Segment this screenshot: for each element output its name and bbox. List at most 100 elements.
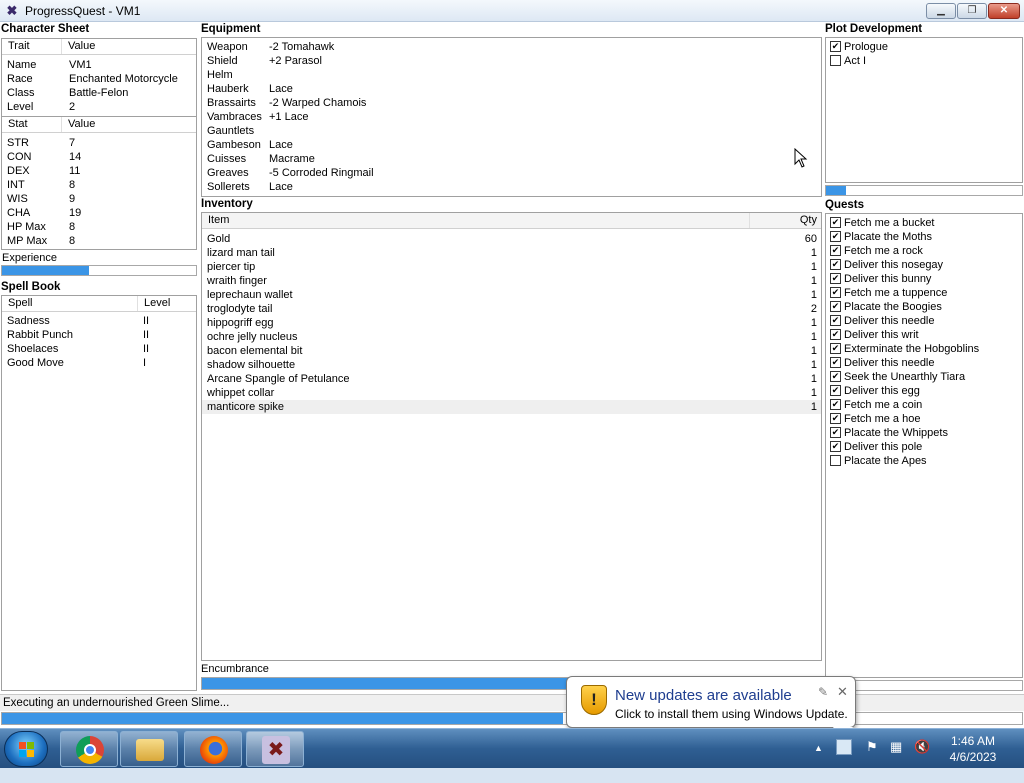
quest-item[interactable]: Placate the Apes: [826, 454, 1022, 468]
stat-row[interactable]: WIS 9: [2, 192, 196, 206]
quest-item[interactable]: ✔ Fetch me a tuppence: [826, 286, 1022, 300]
quest-item[interactable]: ✔ Exterminate the Hobgoblins: [826, 342, 1022, 356]
inventory-row[interactable]: ochre jelly nucleus 1: [202, 330, 821, 344]
inventory-list[interactable]: Item Qty Gold 60 lizard man tail 1 piercer t…: [201, 212, 822, 661]
equipment-row[interactable]: Helm: [202, 68, 821, 82]
inventory-row[interactable]: Gold 60: [202, 232, 821, 246]
checked-checkbox[interactable]: ✔: [830, 259, 841, 270]
equipment-row[interactable]: Shield +2 Parasol: [202, 54, 821, 68]
equipment-row[interactable]: Gauntlets: [202, 124, 821, 138]
trait-row[interactable]: Name VM1: [2, 58, 196, 72]
taskbar-chrome[interactable]: [60, 731, 118, 767]
checked-checkbox[interactable]: ✔: [830, 245, 841, 256]
checked-checkbox[interactable]: ✔: [830, 287, 841, 298]
checked-checkbox[interactable]: ✔: [830, 441, 841, 452]
checked-checkbox[interactable]: ✔: [830, 413, 841, 424]
quest-item[interactable]: ✔ Fetch me a rock: [826, 244, 1022, 258]
notification-close-icon[interactable]: ✕: [837, 684, 848, 700]
title-bar[interactable]: ✖ ProgressQuest - VM1 ▁ ❐ ✕: [0, 0, 1024, 22]
stat-row[interactable]: STR 7: [2, 136, 196, 150]
equipment-row[interactable]: Gambeson Lace: [202, 138, 821, 152]
trait-row[interactable]: Class Battle-Felon: [2, 86, 196, 100]
network-icon[interactable]: ▦: [890, 739, 906, 755]
update-notification[interactable]: ! New updates are available Click to ins…: [566, 676, 856, 741]
spell-row[interactable]: Shoelaces II: [2, 342, 196, 356]
equipment-row[interactable]: Sollerets Lace: [202, 180, 821, 194]
checked-checkbox[interactable]: ✔: [830, 315, 841, 326]
inventory-row[interactable]: hippogriff egg 1: [202, 316, 821, 330]
equipment-row[interactable]: Cuisses Macrame: [202, 152, 821, 166]
inventory-row[interactable]: whippet collar 1: [202, 386, 821, 400]
value-column[interactable]: Value: [62, 39, 196, 54]
checked-checkbox[interactable]: ✔: [830, 427, 841, 438]
checked-checkbox[interactable]: ✔: [830, 41, 841, 52]
close-button[interactable]: ✕: [988, 3, 1020, 19]
quest-item[interactable]: ✔ Fetch me a coin: [826, 398, 1022, 412]
inventory-row[interactable]: lizard man tail 1: [202, 246, 821, 260]
unchecked-checkbox[interactable]: [830, 455, 841, 466]
equipment-row[interactable]: Hauberk Lace: [202, 82, 821, 96]
qty-column[interactable]: Qty: [750, 213, 821, 228]
equipment-row[interactable]: Vambraces +1 Lace: [202, 110, 821, 124]
stat-row[interactable]: INT 8: [2, 178, 196, 192]
checked-checkbox[interactable]: ✔: [830, 217, 841, 228]
quest-item[interactable]: ✔ Deliver this bunny: [826, 272, 1022, 286]
quest-item[interactable]: ✔ Deliver this egg: [826, 384, 1022, 398]
quest-item[interactable]: ✔ Deliver this needle: [826, 314, 1022, 328]
inventory-row[interactable]: leprechaun wallet 1: [202, 288, 821, 302]
spell-row[interactable]: Sadness II: [2, 314, 196, 328]
quest-item[interactable]: ✔ Fetch me a bucket: [826, 216, 1022, 230]
checked-checkbox[interactable]: ✔: [830, 273, 841, 284]
checked-checkbox[interactable]: ✔: [830, 231, 841, 242]
spells-list[interactable]: Spell Level Sadness II Rabbit Punch II Shoel…: [1, 295, 197, 691]
stat-row[interactable]: CON 14: [2, 150, 196, 164]
checked-checkbox[interactable]: ✔: [830, 329, 841, 340]
equipment-list[interactable]: Weapon -2 Tomahawk Shield +2 Parasol Helm Hau…: [201, 37, 822, 197]
plot-act[interactable]: ✔ Prologue: [826, 40, 1022, 54]
inventory-row[interactable]: piercer tip 1: [202, 260, 821, 274]
checked-checkbox[interactable]: ✔: [830, 357, 841, 368]
maximize-button[interactable]: ❐: [957, 3, 987, 19]
notification-subtitle[interactable]: Click to install them using Windows Upda…: [615, 707, 848, 721]
notification-title[interactable]: New updates are available: [615, 687, 792, 704]
quest-item[interactable]: ✔ Fetch me a hoe: [826, 412, 1022, 426]
stat-value-column[interactable]: Value: [62, 117, 196, 132]
checked-checkbox[interactable]: ✔: [830, 343, 841, 354]
quest-item[interactable]: ✔ Placate the Whippets: [826, 426, 1022, 440]
inventory-row[interactable]: shadow silhouette 1: [202, 358, 821, 372]
checked-checkbox[interactable]: ✔: [830, 371, 841, 382]
stats-list[interactable]: Stat Value STR 7 CON 14 DEX 11 INT 8 WIS 9 CHA 19 HP…: [1, 116, 197, 250]
trait-row[interactable]: Race Enchanted Motorcycle: [2, 72, 196, 86]
quest-item[interactable]: ✔ Placate the Moths: [826, 230, 1022, 244]
action-center-flag-icon[interactable]: ⚑: [866, 739, 880, 755]
unchecked-checkbox[interactable]: [830, 55, 841, 66]
quest-item[interactable]: ✔ Seek the Unearthly Tiara: [826, 370, 1022, 384]
checked-checkbox[interactable]: ✔: [830, 301, 841, 312]
volume-muted-icon[interactable]: 🔇: [914, 739, 930, 755]
trait-column[interactable]: Trait: [2, 39, 62, 54]
inventory-row[interactable]: bacon elemental bit 1: [202, 344, 821, 358]
equipment-row[interactable]: Brassairts -2 Warped Chamois: [202, 96, 821, 110]
spell-row[interactable]: Good Move I: [2, 356, 196, 370]
quest-item[interactable]: ✔ Deliver this pole: [826, 440, 1022, 454]
stat-row[interactable]: MP Max 8: [2, 234, 196, 248]
plot-list[interactable]: ✔ Prologue Act I: [825, 37, 1023, 183]
quest-item[interactable]: ✔ Deliver this nosegay: [826, 258, 1022, 272]
minimize-button[interactable]: ▁: [926, 3, 956, 19]
stat-column[interactable]: Stat: [2, 117, 62, 132]
start-button[interactable]: [4, 731, 48, 767]
equipment-row[interactable]: Weapon -2 Tomahawk: [202, 40, 821, 54]
inventory-row[interactable]: Arcane Spangle of Petulance 1: [202, 372, 821, 386]
spell-column[interactable]: Spell: [2, 296, 138, 311]
taskbar-firefox[interactable]: [184, 731, 242, 767]
stat-row[interactable]: HP Max 8: [2, 220, 196, 234]
spell-row[interactable]: Rabbit Punch II: [2, 328, 196, 342]
checked-checkbox[interactable]: ✔: [830, 385, 841, 396]
equipment-row[interactable]: Greaves -5 Corroded Ringmail: [202, 166, 821, 180]
quest-item[interactable]: ✔ Deliver this needle: [826, 356, 1022, 370]
quest-item[interactable]: ✔ Deliver this writ: [826, 328, 1022, 342]
taskbar-explorer[interactable]: [120, 731, 178, 767]
app-icon[interactable]: ✖: [4, 3, 20, 19]
tray-show-hidden-icon[interactable]: ▲: [814, 743, 823, 783]
inventory-row[interactable]: wraith finger 1: [202, 274, 821, 288]
